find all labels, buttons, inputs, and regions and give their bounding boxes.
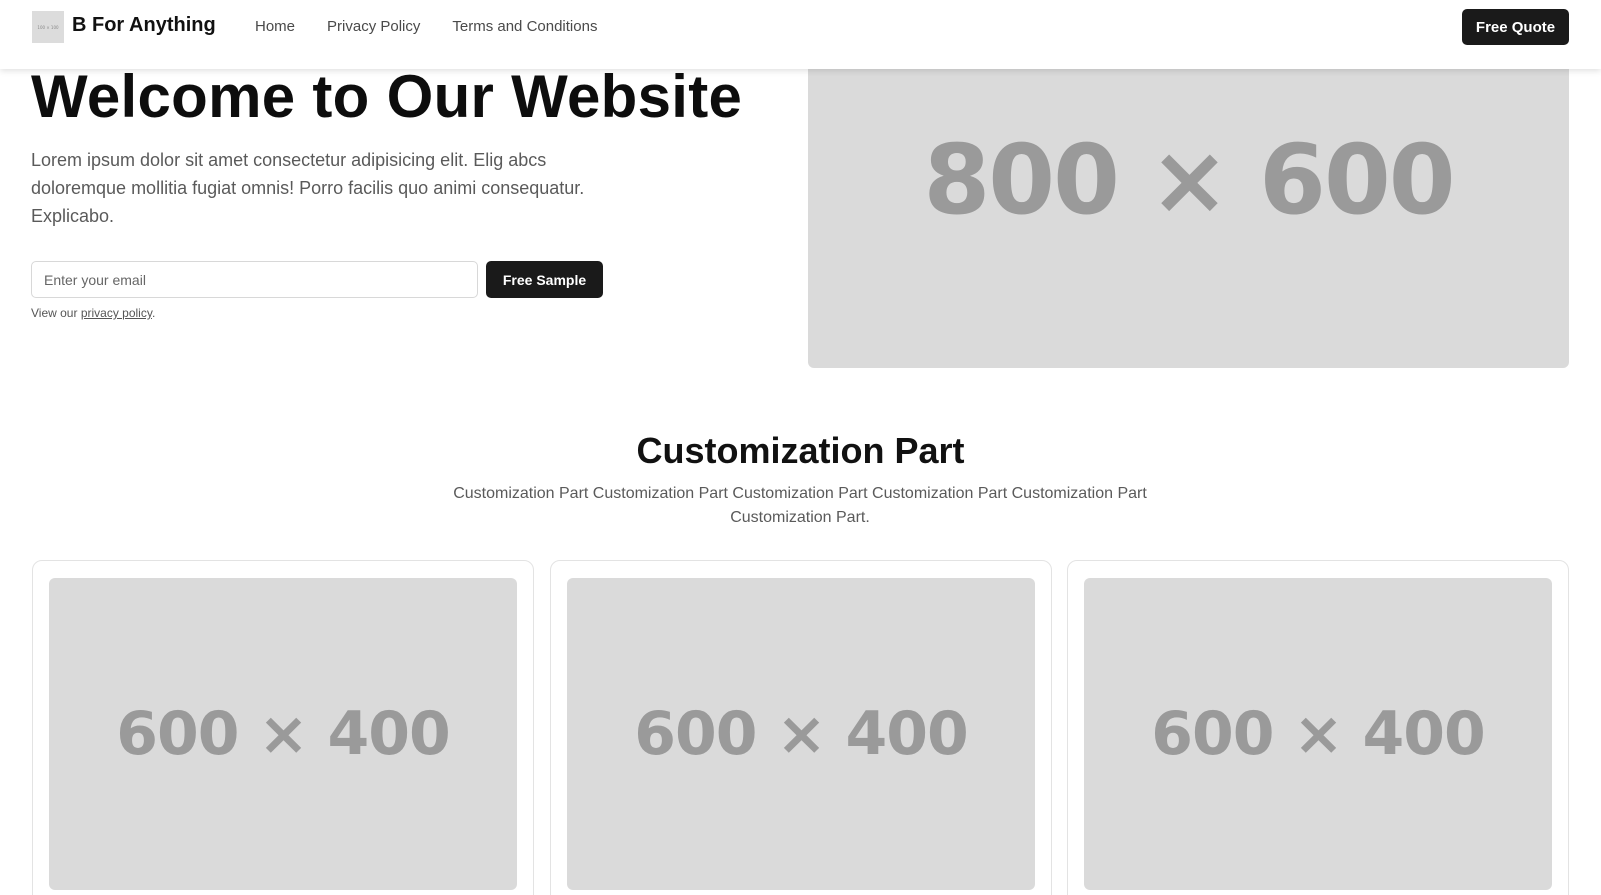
email-input[interactable] <box>31 261 478 298</box>
card-3: 600 × 400 <box>1067 560 1569 895</box>
card-image-label: 600 × 400 <box>1151 699 1486 769</box>
card-2: 600 × 400 <box>550 560 1052 895</box>
card-1: 600 × 400 <box>32 560 534 895</box>
card-image-label: 600 × 400 <box>116 699 451 769</box>
nav-link-privacy-policy[interactable]: Privacy Policy <box>327 18 420 35</box>
privacy-note: View our privacy policy. <box>31 306 155 320</box>
hero-description: Lorem ipsum dolor sit amet consectetur a… <box>31 150 585 226</box>
card-image-placeholder: 600 × 400 <box>1084 578 1552 890</box>
free-quote-button[interactable]: Free Quote <box>1462 9 1569 45</box>
section-description: Customization Part Customization Part Cu… <box>453 485 1147 526</box>
logo-placeholder-label: 100 × 100 <box>37 24 59 30</box>
privacy-policy-link[interactable]: privacy policy <box>81 306 152 320</box>
card-image-placeholder: 600 × 400 <box>567 578 1035 890</box>
logo-image[interactable]: 100 × 100 <box>32 11 64 43</box>
section-title: Customization Part <box>636 430 965 471</box>
nav-link-terms-and-conditions[interactable]: Terms and Conditions <box>452 18 597 35</box>
free-sample-button[interactable]: Free Sample <box>486 261 603 298</box>
hero-image-label: 800 × 600 <box>923 124 1455 236</box>
main-nav: Home Privacy Policy Terms and Conditions <box>255 18 597 35</box>
brand-name[interactable]: B For Anything <box>72 14 216 37</box>
privacy-note-suffix: . <box>151 306 156 320</box>
hero-title: Welcome to Our Website <box>31 63 743 130</box>
privacy-note-prefix: View our <box>31 306 81 320</box>
site-header: 100 × 100 B For Anything Home Privacy Po… <box>0 0 1601 69</box>
hero-image-placeholder: 800 × 600 <box>808 60 1569 368</box>
card-image-label: 600 × 400 <box>634 699 969 769</box>
card-image-placeholder: 600 × 400 <box>49 578 517 890</box>
nav-link-home[interactable]: Home <box>255 18 295 35</box>
